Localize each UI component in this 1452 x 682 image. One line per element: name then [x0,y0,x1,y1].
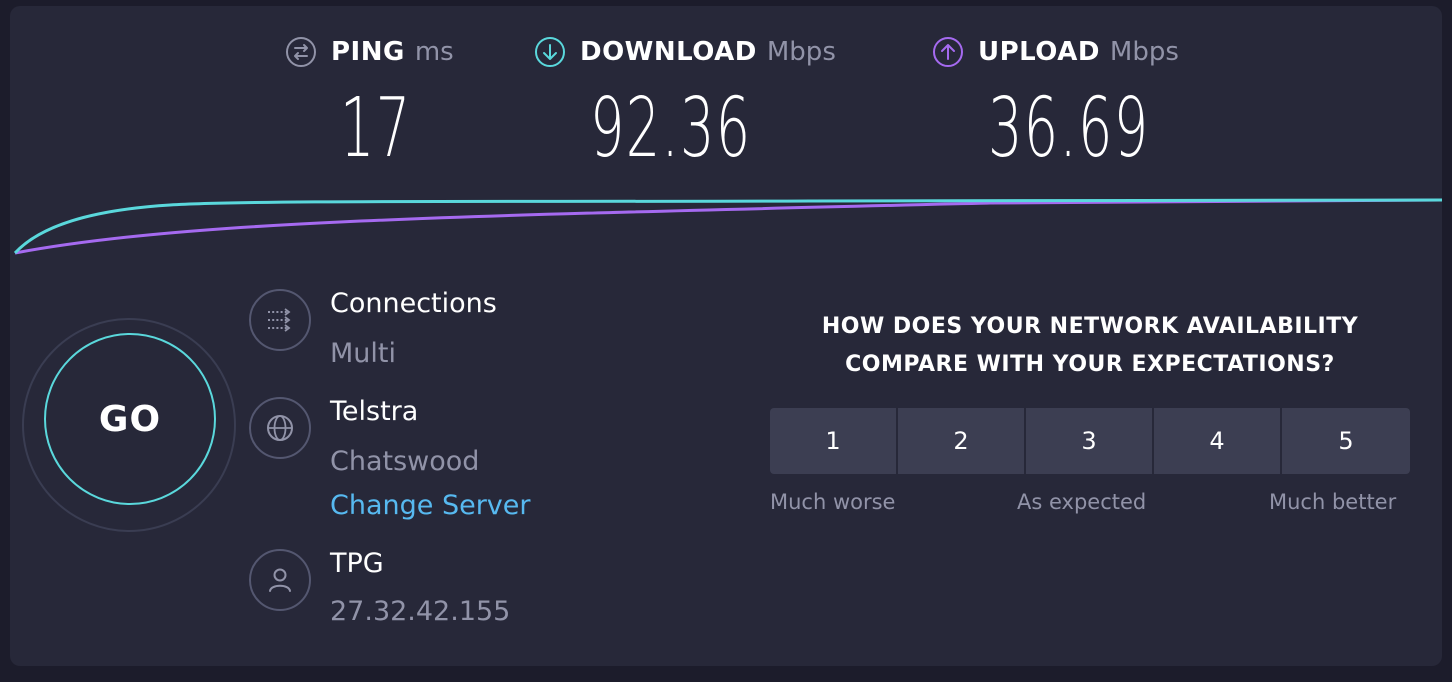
change-server-link[interactable]: Change Server [330,490,531,521]
upload-metric: UPLOAD Mbps 36.69 [932,36,1179,174]
provider-ip: 27.32.42.155 [330,596,511,627]
globe-icon [249,397,311,459]
go-button-label: GO [98,398,162,440]
rating-scale: 1 2 3 4 5 [770,408,1410,474]
upload-arrow-icon [933,37,963,67]
speed-graph [13,198,1442,255]
survey-question-line1: HOW DOES YOUR NETWORK AVAILABILITY [821,314,1359,339]
download-unit: Mbps [766,37,836,67]
ping-label: PING [331,37,405,67]
download-arrow-icon [535,37,565,67]
upload-unit: Mbps [1109,37,1179,67]
go-button[interactable]: GO [44,333,216,505]
rating-option-2[interactable]: 2 [898,408,1024,474]
ping-metric: PING ms 17 [285,36,454,174]
connections-icon [249,289,311,351]
connections-title: Connections [330,288,497,319]
ping-icon [286,37,316,67]
download-label: DOWNLOAD [580,37,757,67]
upload-label: UPLOAD [978,37,1100,67]
rating-high-label: Much better [1269,490,1397,514]
rating-mid-label: As expected [1017,490,1147,514]
ping-value: 17 [340,81,412,176]
server-name: Telstra [330,396,419,427]
download-metric: DOWNLOAD Mbps 92.36 [534,36,836,174]
survey-question-line2: COMPARE WITH YOUR EXPECTATIONS? [845,352,1335,377]
user-icon [249,549,311,611]
upload-speed-line [14,198,1442,255]
download-value: 92.36 [590,81,752,176]
rating-option-5[interactable]: 5 [1282,408,1410,474]
rating-low-label: Much worse [770,490,896,514]
provider-name: TPG [330,548,384,579]
connections-value[interactable]: Multi [330,338,396,369]
speedtest-panel: PING ms 17 DOWNLOAD Mbps 92.36 UPLOAD Mb… [10,6,1442,666]
rating-option-4[interactable]: 4 [1154,408,1280,474]
rating-option-1[interactable]: 1 [770,408,896,474]
server-location: Chatswood [330,446,480,477]
upload-value: 36.69 [988,81,1150,176]
rating-option-3[interactable]: 3 [1026,408,1152,474]
ping-unit: ms [414,37,454,67]
survey-question: HOW DOES YOUR NETWORK AVAILABILITY COMPA… [770,308,1410,384]
